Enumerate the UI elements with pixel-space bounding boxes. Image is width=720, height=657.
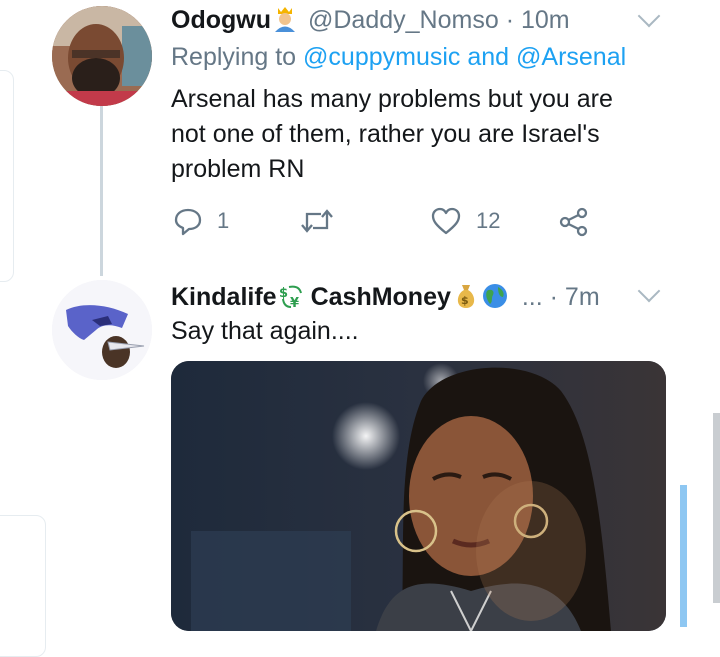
tweet-text-line: Arsenal has many problems but you are	[171, 85, 613, 113]
mention-link[interactable]: @Arsenal	[516, 43, 626, 71]
timestamp[interactable]: · 10m	[506, 6, 570, 34]
thread-connector-line	[100, 104, 103, 276]
like-button[interactable]: 12	[430, 206, 500, 236]
retweet-icon	[301, 209, 333, 233]
like-count: 12	[476, 208, 501, 233]
share-button[interactable]	[558, 206, 590, 238]
tweet-header: Kindalife $ ¥ CashMoney $ ... · 7m	[171, 282, 600, 312]
avatar[interactable]	[52, 280, 152, 380]
adjacent-card	[0, 70, 14, 282]
scroll-indicator[interactable]	[680, 485, 687, 627]
display-name[interactable]: Kindalife	[171, 283, 277, 311]
name-ellipsis: ...	[521, 283, 543, 311]
reply-icon	[174, 208, 202, 236]
scrollbar[interactable]	[713, 413, 720, 603]
tweet-text-line: not one of them, rather you are Israel's	[171, 120, 600, 148]
mention-link[interactable]: @cuppymusic	[303, 43, 460, 71]
svg-text:$: $	[279, 286, 288, 301]
tweet-media-image[interactable]	[171, 361, 666, 631]
display-name-part[interactable]: CashMoney	[311, 283, 451, 311]
share-icon	[559, 207, 588, 237]
reply-and-text: and	[460, 43, 517, 71]
reply-button[interactable]: 1	[173, 206, 229, 236]
chevron-down-icon[interactable]	[637, 4, 661, 28]
like-icon	[431, 207, 461, 235]
replying-to-label: Replying to	[171, 43, 304, 71]
adjacent-card	[0, 515, 46, 657]
reply-context: Replying to @cuppymusic and @Arsenal	[171, 43, 626, 72]
timestamp[interactable]: · 7m	[550, 283, 600, 311]
money-bag-emoji-icon: $	[453, 282, 479, 310]
tweet-text-line: problem RN	[171, 155, 305, 183]
retweet-button[interactable]	[299, 206, 335, 236]
svg-text:$: $	[461, 294, 469, 307]
handle[interactable]: @Daddy_Nomso	[308, 6, 499, 34]
reply-count: 1	[217, 208, 230, 233]
tweet-text: Arsenal has many problems but you are no…	[171, 82, 613, 187]
avatar[interactable]	[52, 6, 152, 106]
svg-text:¥: ¥	[290, 296, 299, 309]
tweet-text: Say that again....	[171, 317, 359, 345]
globe-emoji-icon	[481, 282, 509, 310]
display-name[interactable]: Odogwu	[171, 6, 271, 34]
tweet-header: Odogwu @Daddy_Nomso · 10m	[171, 6, 570, 35]
currency-exchange-emoji-icon: $ ¥	[279, 283, 305, 311]
chevron-down-icon[interactable]	[637, 279, 661, 303]
crown-person-emoji-icon	[272, 6, 298, 32]
